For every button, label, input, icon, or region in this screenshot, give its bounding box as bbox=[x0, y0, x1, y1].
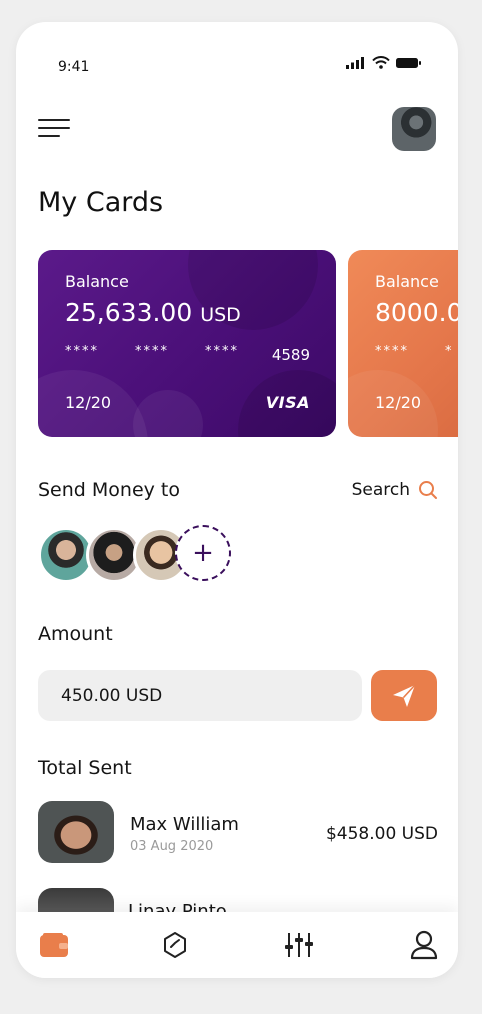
send-button[interactable] bbox=[371, 670, 437, 721]
transaction-date: 03 Aug 2020 bbox=[130, 839, 214, 854]
search-label: Search bbox=[351, 480, 410, 500]
send-icon bbox=[393, 683, 416, 707]
status-time: 9:41 bbox=[58, 59, 90, 75]
card-currency: USD bbox=[200, 304, 241, 326]
nav-settings[interactable] bbox=[283, 930, 315, 960]
bottom-nav bbox=[16, 912, 458, 978]
card-balance-amount: 25,633.00 USD bbox=[65, 298, 241, 327]
plus-icon: + bbox=[192, 538, 214, 568]
stats-icon bbox=[164, 932, 186, 958]
status-icons bbox=[346, 56, 422, 69]
card-number-mask: **** bbox=[65, 344, 99, 359]
phone-screen: 9:41 My Cards Balance 25,633.00 USD ****… bbox=[16, 22, 458, 978]
profile-avatar[interactable] bbox=[392, 107, 436, 151]
transaction-name: Max William bbox=[130, 814, 239, 835]
battery-icon bbox=[396, 57, 421, 68]
card-number-mask: * bbox=[445, 344, 454, 359]
nav-profile[interactable] bbox=[408, 930, 440, 960]
card-brand: VISA bbox=[265, 393, 310, 412]
card-balance-amount: 8000.00 bbox=[375, 298, 458, 327]
card-last4: 4589 bbox=[271, 346, 310, 364]
user-icon bbox=[410, 930, 438, 960]
transaction-avatar bbox=[38, 801, 114, 863]
menu-icon[interactable] bbox=[38, 119, 72, 139]
card-number-mask: **** bbox=[135, 344, 169, 359]
card-balance-value: 25,633.00 bbox=[65, 298, 193, 327]
amount-title: Amount bbox=[38, 623, 113, 645]
card-secondary[interactable]: Balance 8000.00 **** * 12/20 bbox=[348, 250, 458, 437]
add-contact-button[interactable]: + bbox=[175, 525, 231, 581]
transaction-amount: $458.00 USD bbox=[325, 824, 438, 844]
send-money-title: Send Money to bbox=[38, 479, 180, 501]
search-button[interactable]: Search bbox=[352, 480, 438, 500]
card-number-mask: **** bbox=[375, 344, 409, 359]
signal-icon bbox=[346, 56, 364, 69]
amount-input[interactable] bbox=[38, 670, 362, 721]
search-icon bbox=[419, 481, 437, 499]
total-sent-title: Total Sent bbox=[38, 757, 132, 779]
nav-wallet[interactable] bbox=[38, 930, 70, 960]
nav-stats[interactable] bbox=[159, 930, 191, 960]
card-expiry: 12/20 bbox=[65, 393, 112, 412]
sliders-icon bbox=[285, 933, 313, 957]
card-expiry: 12/20 bbox=[375, 393, 422, 412]
wifi-icon bbox=[372, 56, 390, 69]
card-primary[interactable]: Balance 25,633.00 USD **** **** **** 458… bbox=[38, 250, 336, 437]
page-title: My Cards bbox=[38, 187, 164, 218]
card-number-mask: **** bbox=[205, 344, 239, 359]
card-balance-label: Balance bbox=[375, 272, 439, 291]
card-balance-label: Balance bbox=[65, 272, 129, 291]
wallet-icon bbox=[40, 933, 68, 957]
